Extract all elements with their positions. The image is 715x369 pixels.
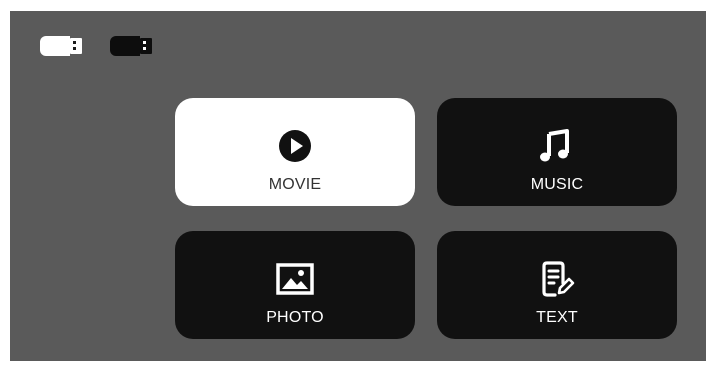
text-tile[interactable]: TEXT bbox=[437, 231, 677, 339]
photo-label: PHOTO bbox=[266, 309, 324, 326]
movie-label: MOVIE bbox=[268, 176, 322, 193]
usb-drive-icon[interactable] bbox=[110, 33, 154, 59]
play-circle-icon bbox=[275, 126, 315, 166]
document-edit-icon bbox=[537, 259, 577, 299]
photo-tile[interactable]: PHOTO bbox=[175, 231, 415, 339]
status-bar bbox=[40, 33, 154, 59]
media-home-screen: MOVIE MUSIC PHOTO TEXT bbox=[10, 11, 706, 361]
text-label: TEXT bbox=[536, 309, 578, 326]
movie-tile[interactable]: MOVIE bbox=[175, 98, 415, 206]
image-icon bbox=[275, 259, 315, 299]
music-label: MUSIC bbox=[530, 176, 584, 193]
music-note-icon bbox=[537, 126, 577, 166]
music-tile[interactable]: MUSIC bbox=[437, 98, 677, 206]
usb-drive-selected-icon[interactable] bbox=[40, 33, 84, 59]
